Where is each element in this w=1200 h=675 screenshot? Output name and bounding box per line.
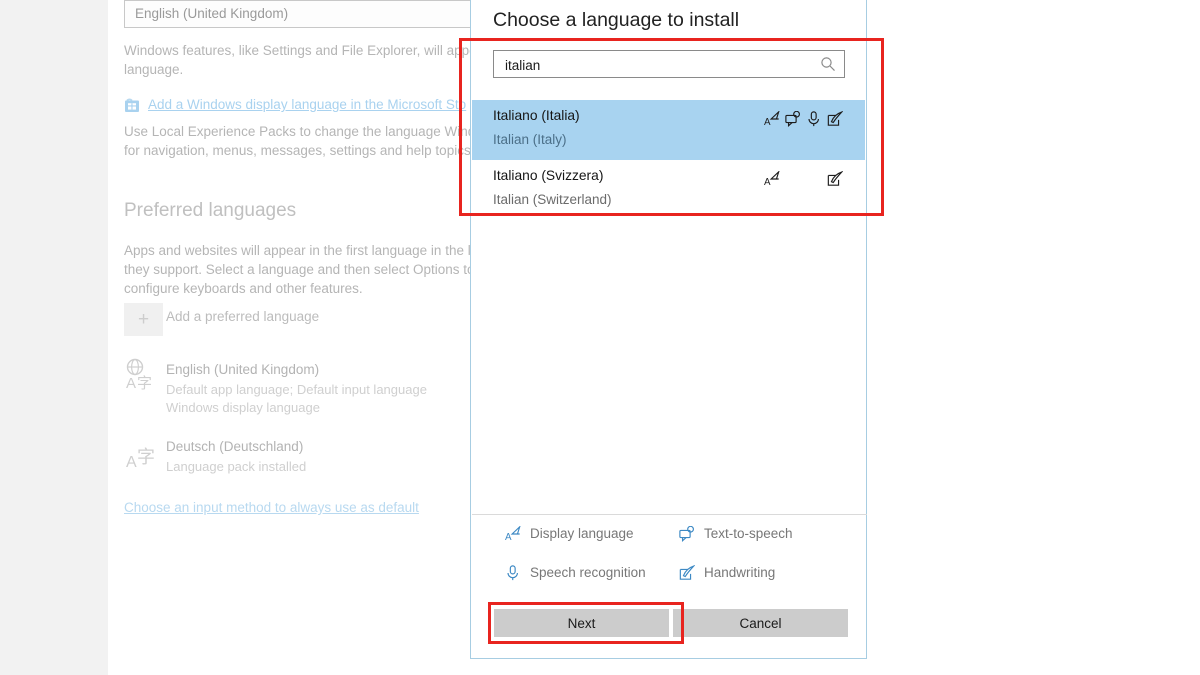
add-display-language-store-link[interactable]: Add a Windows display language in the Mi…	[148, 97, 466, 112]
display-language-icon: A	[761, 171, 782, 187]
speech-recognition-icon	[803, 111, 824, 127]
text-to-speech-icon	[782, 111, 803, 127]
choose-input-method-link[interactable]: Choose an input method to always use as …	[124, 500, 419, 515]
legend-label: Display language	[530, 526, 634, 541]
legend-item-speech-recognition: Speech recognition	[504, 564, 646, 581]
cancel-button[interactable]: Cancel	[673, 609, 848, 637]
search-input[interactable]	[503, 51, 807, 79]
svg-text:A: A	[505, 532, 512, 542]
dialog-divider	[472, 514, 867, 515]
dialog-title: Choose a language to install	[493, 9, 740, 31]
svg-text:字: 字	[137, 374, 152, 391]
search-icon	[820, 56, 836, 72]
plus-icon: +	[137, 309, 150, 330]
display-language-icon: A	[761, 111, 782, 127]
preferred-language-subtitle: Default app language; Default input lang…	[166, 382, 427, 415]
legend-label: Text-to-speech	[704, 526, 793, 541]
speech-recognition-icon-placeholder	[803, 171, 824, 187]
windows-features-description: Windows features, like Settings and File…	[124, 43, 485, 77]
globe-display-language-icon: A 字	[124, 357, 158, 391]
choose-language-dialog: Choose a language to install Italiano (I…	[470, 0, 867, 659]
microsoft-store-bag-icon	[124, 96, 140, 113]
legend-item-handwriting: Handwriting	[678, 564, 775, 581]
screenshot-root: English (United Kingdom) Windows feature…	[0, 0, 1200, 675]
display-language-icon: A	[504, 525, 521, 542]
preferred-language-row-deutsch[interactable]: A 字 Deutsch (Deutschland) Language pack …	[108, 434, 578, 484]
language-english-name: Italian (Italy)	[493, 132, 567, 147]
handwriting-icon	[824, 111, 845, 127]
preferred-languages-description: Apps and websites will appear in the fir…	[124, 243, 480, 296]
display-language-combobox-value: English (United Kingdom)	[135, 6, 289, 21]
next-button[interactable]: Next	[494, 609, 669, 637]
handwriting-icon	[824, 171, 845, 187]
svg-text:字: 字	[137, 447, 155, 468]
legend-item-text-to-speech: Text-to-speech	[678, 525, 793, 542]
language-search-box[interactable]	[493, 50, 845, 79]
svg-text:A: A	[764, 177, 771, 187]
legend-label: Speech recognition	[530, 565, 646, 580]
display-language-combobox[interactable]: English (United Kingdom)	[124, 0, 472, 28]
preferred-languages-heading: Preferred languages	[124, 200, 297, 221]
legend-item-display-language: A Display language	[504, 525, 634, 542]
language-capability-icons: A	[761, 171, 845, 187]
add-preferred-language-button[interactable]: +	[124, 303, 163, 336]
settings-sidebar	[0, 0, 108, 675]
preferred-language-subtitle: Language pack installed	[166, 459, 307, 474]
svg-text:A: A	[764, 117, 771, 127]
speech-recognition-icon	[504, 564, 521, 581]
preferred-language-row-english[interactable]: A 字 English (United Kingdom) Default app…	[108, 355, 579, 425]
language-native-name: Italiano (Svizzera)	[493, 168, 604, 183]
preferred-language-name: Deutsch (Deutschland)	[166, 439, 304, 454]
text-to-speech-icon	[678, 525, 695, 542]
svg-text:A: A	[126, 454, 137, 470]
language-result-row[interactable]: Italiano (Italia) Italian (Italy) A	[472, 100, 865, 160]
language-result-row[interactable]: Italiano (Svizzera) Italian (Switzerland…	[472, 160, 865, 220]
svg-text:A: A	[126, 375, 136, 391]
language-english-name: Italian (Switzerland)	[493, 192, 612, 207]
display-language-icon: A 字	[124, 436, 158, 470]
language-native-name: Italiano (Italia)	[493, 108, 580, 123]
language-capability-icons: A	[761, 111, 845, 127]
handwriting-icon	[678, 564, 695, 581]
add-preferred-language-label: Add a preferred language	[166, 309, 320, 324]
text-to-speech-icon-placeholder	[782, 171, 803, 187]
preferred-language-name: English (United Kingdom)	[166, 362, 320, 377]
language-results-list[interactable]: Italiano (Italia) Italian (Italy) A Ital…	[472, 100, 865, 220]
legend-label: Handwriting	[704, 565, 776, 580]
